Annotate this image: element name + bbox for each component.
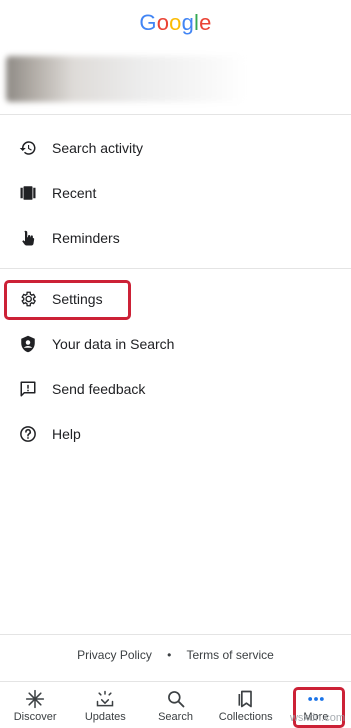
terms-of-service-link[interactable]: Terms of service xyxy=(187,648,274,662)
menu-item-label: Reminders xyxy=(52,230,120,246)
google-logo: Google xyxy=(0,10,351,38)
logo-letter: e xyxy=(199,10,212,35)
menu-item-label: Send feedback xyxy=(52,381,146,397)
blurred-account-info xyxy=(6,56,246,102)
footer-links: Privacy Policy • Terms of service xyxy=(0,648,351,662)
menu-item-label: Your data in Search xyxy=(52,336,175,352)
logo-letter: G xyxy=(139,10,157,35)
account-card[interactable] xyxy=(0,50,351,112)
updates-icon xyxy=(94,688,116,710)
settings-highlight-box xyxy=(4,280,131,320)
bookmark-icon xyxy=(235,688,257,710)
menu-item-label: Help xyxy=(52,426,81,442)
menu-item-help[interactable]: Help xyxy=(0,412,351,456)
privacy-policy-link[interactable]: Privacy Policy xyxy=(77,648,152,662)
footer-separator: • xyxy=(167,648,172,662)
help-icon xyxy=(18,424,38,444)
watermark: wsxdn.com xyxy=(289,712,345,724)
menu-item-your-data[interactable]: Your data in Search xyxy=(0,322,351,366)
feedback-icon xyxy=(18,379,38,399)
menu-item-label: Recent xyxy=(52,185,97,201)
asterisk-icon xyxy=(24,688,46,710)
menu-item-label: Search activity xyxy=(52,140,144,156)
divider xyxy=(0,268,351,269)
search-icon xyxy=(165,688,187,710)
nav-label: Collections xyxy=(218,711,273,723)
hand-pointer-icon xyxy=(18,228,38,248)
logo-letter: o xyxy=(169,10,182,35)
divider xyxy=(0,634,351,635)
menu-item-reminders[interactable]: Reminders xyxy=(0,216,351,260)
nav-collections[interactable]: Collections xyxy=(211,682,281,728)
nav-label: Search xyxy=(158,711,193,723)
shield-person-icon xyxy=(18,334,38,354)
nav-label: Discover xyxy=(13,711,57,723)
divider xyxy=(0,114,351,115)
logo-letter: g xyxy=(181,10,195,35)
nav-label: Updates xyxy=(84,711,126,723)
logo-letter: o xyxy=(156,10,170,35)
recent-cards-icon xyxy=(18,183,38,203)
nav-updates[interactable]: Updates xyxy=(70,682,140,728)
nav-search[interactable]: Search xyxy=(140,682,210,728)
nav-discover[interactable]: Discover xyxy=(0,682,70,728)
menu-item-recent[interactable]: Recent xyxy=(0,171,351,215)
menu-item-search-activity[interactable]: Search activity xyxy=(0,126,351,170)
history-icon xyxy=(18,138,38,158)
menu-item-send-feedback[interactable]: Send feedback xyxy=(0,367,351,411)
